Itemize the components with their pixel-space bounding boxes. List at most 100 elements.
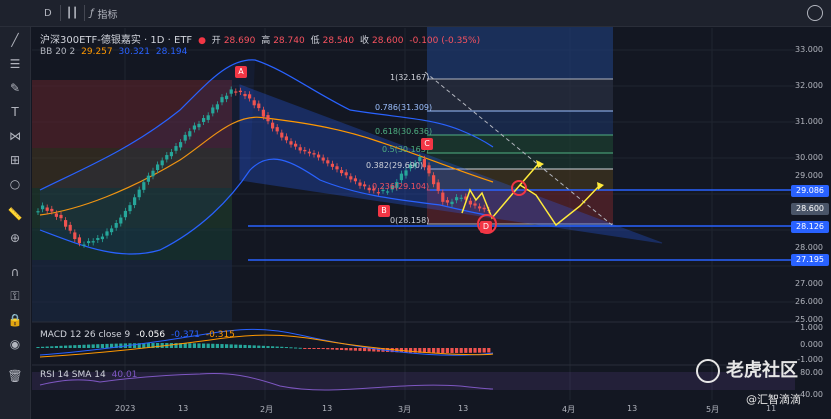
candle-body — [344, 172, 348, 176]
symbol-title[interactable]: 沪深300ETF-德银嘉实 · 1D · ETF — [40, 35, 192, 46]
candle-body — [404, 170, 408, 176]
candle-body — [432, 175, 436, 185]
price-tick: 32.000 — [795, 81, 823, 90]
candle-body — [303, 149, 307, 152]
marker-b[interactable]: B — [378, 205, 390, 217]
candle-body — [358, 182, 362, 186]
candle-body — [82, 244, 86, 246]
macd-bar — [45, 346, 49, 348]
rsi-tick: 80.00 — [800, 368, 823, 377]
fib-label: 0.382(29.690) — [366, 161, 424, 170]
candle-body — [64, 220, 68, 227]
price-tick: 31.000 — [795, 117, 823, 126]
rsi-tick: 40.00 — [800, 390, 823, 399]
candle-body — [179, 142, 183, 148]
macd-bar — [349, 348, 353, 351]
candle-body — [459, 197, 463, 199]
bb-label: BB 20 2 — [40, 47, 76, 57]
macd-legend[interactable]: MACD 12 26 close 9 -0.056 -0.371 -0.315 — [40, 330, 238, 340]
macd-bar — [445, 348, 449, 353]
candle-body — [36, 211, 40, 213]
macd-bar — [257, 345, 261, 348]
candle-body — [165, 155, 169, 160]
candle-body — [225, 95, 229, 100]
macd-bar — [77, 344, 81, 348]
macd-bar — [464, 348, 468, 353]
bb-basis-value: 29.257 — [81, 47, 113, 57]
candle-body — [220, 97, 224, 103]
marker-c[interactable]: C — [421, 138, 433, 150]
macd-bar — [229, 344, 233, 348]
macd-bar — [473, 348, 477, 353]
candle-body — [114, 222, 118, 228]
candle-body — [326, 160, 330, 164]
macd-bar — [41, 346, 45, 348]
fib-label: 1(32.167) — [390, 73, 430, 82]
macd-bar — [183, 343, 187, 348]
macd-bar — [284, 347, 288, 349]
macd-bar — [91, 344, 95, 348]
ohlc-legend: 沪深300ETF-德银嘉实 · 1D · ETF ● 开 28.690 高 28.7… — [40, 31, 483, 46]
fib-label: 0.236(29.104) — [372, 182, 430, 191]
macd-bar — [105, 343, 109, 348]
candle-body — [91, 241, 95, 243]
candle-body — [399, 173, 403, 181]
macd-bar — [188, 343, 192, 348]
marker-d[interactable]: D — [480, 221, 492, 233]
candle-body — [59, 214, 63, 219]
time-tick: 13 — [627, 404, 638, 413]
time-tick: 13 — [458, 404, 469, 413]
macd-bar — [68, 345, 72, 348]
bb-upper-value: 30.321 — [118, 47, 151, 57]
macd-bar — [54, 346, 58, 348]
macd-tick: -1.000 — [797, 355, 823, 364]
fib-label: 0(28.158) — [390, 216, 430, 225]
macd-bar — [478, 348, 482, 353]
time-tick: 13 — [322, 404, 333, 413]
rsi-value: 40.01 — [111, 370, 138, 380]
price-tick: 29.000 — [795, 171, 823, 180]
macd-bar — [225, 344, 229, 348]
candle-body — [445, 200, 449, 203]
rsi-legend[interactable]: RSI 14 SMA 14 40.01 — [40, 370, 140, 380]
macd-bar — [252, 345, 256, 348]
bb-legend[interactable]: BB 20 2 29.257 30.321 28.194 — [40, 47, 190, 57]
macd-bar — [335, 348, 339, 350]
macd-bar — [294, 347, 298, 349]
macd-bar — [280, 346, 284, 348]
candle-body — [215, 104, 219, 110]
candle-body — [455, 197, 459, 201]
candle-body — [133, 197, 137, 206]
candle-body — [68, 224, 72, 231]
time-tick: 2月 — [260, 405, 274, 414]
time-tick: 2023 — [115, 404, 136, 413]
time-tick: 4月 — [562, 405, 576, 414]
macd-bar — [459, 348, 463, 353]
candle-body — [188, 131, 192, 137]
candle-body — [386, 191, 390, 193]
candle-body — [275, 127, 279, 132]
candle-body — [266, 115, 270, 122]
macd-bar — [487, 348, 491, 353]
candle-body — [100, 236, 104, 240]
macd-bar — [289, 347, 293, 349]
macd-bar — [432, 348, 436, 353]
candle-body — [450, 201, 454, 205]
candle-body — [312, 153, 316, 155]
candle-body — [41, 205, 45, 210]
macd-bar — [202, 343, 206, 348]
candle-body — [206, 115, 210, 120]
change-value: -0.100 (-0.35%) — [409, 36, 481, 46]
candle-body — [294, 143, 298, 147]
candle-body — [436, 182, 440, 191]
macd-bar — [271, 346, 275, 348]
price-tick: 27.000 — [795, 279, 823, 288]
macd-bar — [468, 348, 472, 353]
macd-bar — [321, 348, 325, 350]
candle-body — [376, 192, 380, 194]
candle-body — [160, 160, 164, 166]
candle-body — [110, 228, 114, 233]
fib-label: 0.786(31.309) — [375, 103, 433, 112]
macd-bar — [64, 345, 68, 348]
marker-a[interactable]: A — [235, 66, 247, 78]
